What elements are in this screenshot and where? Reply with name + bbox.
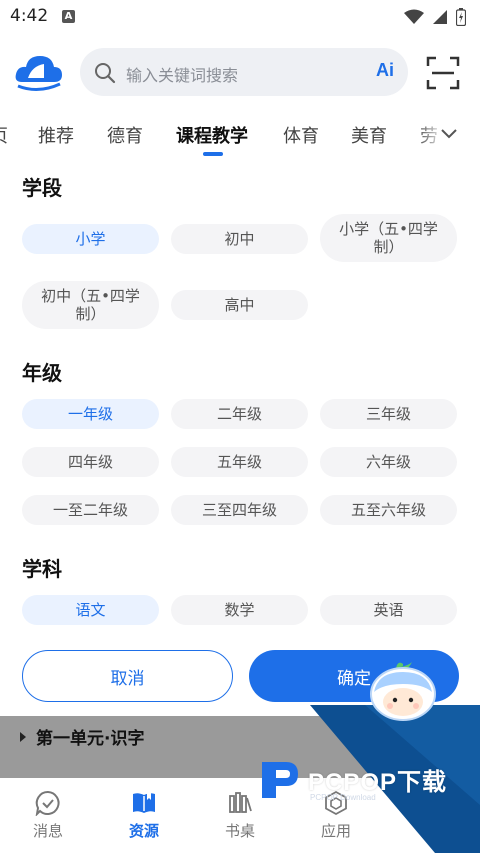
status-time: 4:42 <box>10 6 49 26</box>
subject-chip[interactable]: 语文 <box>22 595 159 625</box>
ai-search-icon[interactable]: Ai <box>376 60 394 81</box>
subject-chip[interactable]: 英语 <box>320 595 457 625</box>
status-bar: 4:42 A <box>0 0 480 34</box>
stage-chip[interactable]: 初中 <box>171 224 308 254</box>
watermark-logo-icon <box>262 762 298 798</box>
stage-chip[interactable]: 小学（五•四学制） <box>320 214 457 262</box>
scan-icon[interactable] <box>426 56 460 90</box>
watermark-text: PCPOP下载 <box>308 769 448 796</box>
grade-chip[interactable]: 三年级 <box>320 399 457 429</box>
stage-chip[interactable]: 高中 <box>171 290 308 320</box>
tab-sports[interactable]: 体育 <box>283 122 319 148</box>
list-item[interactable]: 第一单元·识字 <box>20 724 144 749</box>
tab-arts[interactable]: 美育 <box>351 122 387 148</box>
category-tabs: 页 推荐 德育 课程教学 体育 美育 劳 <box>0 112 480 160</box>
grade-chip[interactable]: 四年级 <box>22 447 159 477</box>
watermark-subtext: PCPOP Download <box>310 793 376 802</box>
grade-title: 年级 <box>22 361 62 385</box>
book-icon <box>133 792 155 813</box>
stage-chip[interactable]: 小学 <box>22 224 159 254</box>
tab-recommend[interactable]: 推荐 <box>38 122 74 148</box>
battery-icon <box>456 8 466 26</box>
grade-chip[interactable]: 三至四年级 <box>171 495 308 525</box>
tab-moral[interactable]: 德育 <box>107 122 143 148</box>
notification-icon: A <box>62 10 75 23</box>
grade-chip[interactable]: 六年级 <box>320 447 457 477</box>
tab-indicator <box>203 152 223 156</box>
grade-chip[interactable]: 二年级 <box>171 399 308 429</box>
chevron-down-icon[interactable] <box>440 128 458 140</box>
stage-title: 学段 <box>22 176 62 200</box>
search-box[interactable]: 输入关键词搜索 Ai <box>80 48 408 96</box>
stage-chip[interactable]: 初中（五•四学制） <box>22 281 159 329</box>
grade-chip[interactable]: 一年级 <box>22 399 159 429</box>
unit-title: 第一单元·识字 <box>36 729 145 749</box>
mascot-icon[interactable] <box>368 662 438 722</box>
caret-right-icon <box>20 731 26 742</box>
grade-chip[interactable]: 五至六年级 <box>320 495 457 525</box>
bookshelf-icon <box>229 792 252 813</box>
tab-course[interactable]: 课程教学 <box>176 122 248 148</box>
nav-label: 书桌 <box>224 822 255 840</box>
grade-chip[interactable]: 一至二年级 <box>22 495 159 525</box>
subject-title: 学科 <box>22 557 62 581</box>
app-logo-icon[interactable] <box>14 52 64 92</box>
search-icon <box>95 63 116 84</box>
nav-label: 资源 <box>128 822 159 840</box>
subject-chip[interactable]: 数学 <box>171 595 308 625</box>
cancel-button[interactable]: 取消 <box>22 650 233 702</box>
wifi-icon <box>404 9 424 24</box>
signal-icon <box>433 10 447 24</box>
header: 输入关键词搜索 Ai <box>0 44 480 102</box>
search-input[interactable]: 输入关键词搜索 <box>126 62 238 86</box>
nav-messages[interactable]: 消息 <box>18 790 78 841</box>
nav-label: 消息 <box>32 822 63 840</box>
nav-resources[interactable]: 资源 <box>114 790 174 841</box>
tab-partial[interactable]: 页 <box>0 122 8 148</box>
message-check-icon <box>35 790 60 816</box>
grade-chip[interactable]: 五年级 <box>171 447 308 477</box>
